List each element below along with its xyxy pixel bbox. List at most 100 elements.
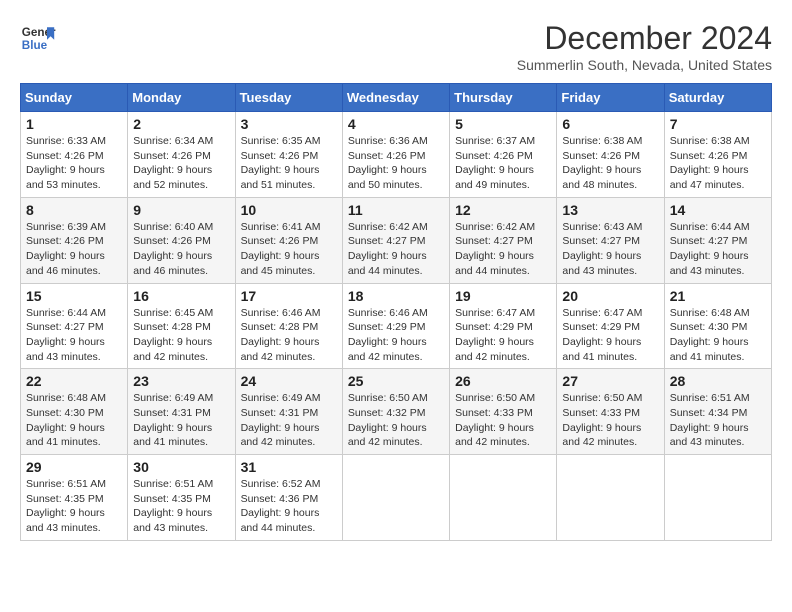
calendar-day-cell: 26 Sunrise: 6:50 AMSunset: 4:33 PMDayligh… (450, 369, 557, 455)
day-number: 17 (241, 288, 337, 304)
day-number: 12 (455, 202, 551, 218)
calendar-day-cell: 28 Sunrise: 6:51 AMSunset: 4:34 PMDayligh… (664, 369, 771, 455)
calendar-day-cell: 3 Sunrise: 6:35 AMSunset: 4:26 PMDaylight… (235, 112, 342, 198)
day-info: Sunrise: 6:46 AMSunset: 4:29 PMDaylight:… (348, 306, 444, 365)
day-info: Sunrise: 6:51 AMSunset: 4:35 PMDaylight:… (26, 477, 122, 536)
day-number: 28 (670, 373, 766, 389)
day-info: Sunrise: 6:33 AMSunset: 4:26 PMDaylight:… (26, 134, 122, 193)
day-number: 4 (348, 116, 444, 132)
day-info: Sunrise: 6:51 AMSunset: 4:35 PMDaylight:… (133, 477, 229, 536)
day-info: Sunrise: 6:50 AMSunset: 4:33 PMDaylight:… (455, 391, 551, 450)
calendar-day-cell: 2Sunrise: 6:34 AMSunset: 4:26 PMDaylight… (128, 112, 235, 198)
day-info: Sunrise: 6:45 AMSunset: 4:28 PMDaylight:… (133, 306, 229, 365)
calendar-day-cell: 21 Sunrise: 6:48 AMSunset: 4:30 PMDayligh… (664, 283, 771, 369)
day-number: 25 (348, 373, 444, 389)
month-title: December 2024 (517, 20, 772, 57)
day-number: 30 (133, 459, 229, 475)
day-number: 26 (455, 373, 551, 389)
day-info: Sunrise: 6:43 AMSunset: 4:27 PMDaylight:… (562, 220, 658, 279)
calendar-day-cell: 18 Sunrise: 6:46 AMSunset: 4:29 PMDayligh… (342, 283, 449, 369)
calendar-day-cell: 6Sunrise: 6:38 AMSunset: 4:26 PMDaylight… (557, 112, 664, 198)
weekday-header: Friday (557, 84, 664, 112)
day-info: Sunrise: 6:46 AMSunset: 4:28 PMDaylight:… (241, 306, 337, 365)
calendar-day-cell: 25 Sunrise: 6:50 AMSunset: 4:32 PMDayligh… (342, 369, 449, 455)
day-number: 19 (455, 288, 551, 304)
day-info: Sunrise: 6:42 AMSunset: 4:27 PMDaylight:… (455, 220, 551, 279)
day-info: Sunrise: 6:47 AMSunset: 4:29 PMDaylight:… (562, 306, 658, 365)
day-info: Sunrise: 6:37 AMSunset: 4:26 PMDaylight:… (455, 134, 551, 193)
calendar-day-cell: 12 Sunrise: 6:42 AMSunset: 4:27 PMDayligh… (450, 197, 557, 283)
calendar-day-cell: 10 Sunrise: 6:41 AMSunset: 4:26 PMDayligh… (235, 197, 342, 283)
calendar-day-cell: 5 Sunrise: 6:37 AMSunset: 4:26 PMDaylight… (450, 112, 557, 198)
day-info: Sunrise: 6:50 AMSunset: 4:32 PMDaylight:… (348, 391, 444, 450)
day-number: 18 (348, 288, 444, 304)
calendar-week-row: 29 Sunrise: 6:51 AMSunset: 4:35 PMDayligh… (21, 455, 772, 541)
day-number: 11 (348, 202, 444, 218)
day-info: Sunrise: 6:38 AMSunset: 4:26 PMDaylight:… (670, 134, 766, 193)
calendar-day-cell: 15 Sunrise: 6:44 AMSunset: 4:27 PMDayligh… (21, 283, 128, 369)
calendar-day-cell: 22 Sunrise: 6:48 AMSunset: 4:30 PMDayligh… (21, 369, 128, 455)
svg-text:Blue: Blue (22, 39, 48, 52)
day-info: Sunrise: 6:51 AMSunset: 4:34 PMDaylight:… (670, 391, 766, 450)
day-info: Sunrise: 6:47 AMSunset: 4:29 PMDaylight:… (455, 306, 551, 365)
calendar-day-cell: 9Sunrise: 6:40 AMSunset: 4:26 PMDaylight… (128, 197, 235, 283)
day-number: 23 (133, 373, 229, 389)
day-info: Sunrise: 6:52 AMSunset: 4:36 PMDaylight:… (241, 477, 337, 536)
calendar-day-cell: 24Sunrise: 6:49 AMSunset: 4:31 PMDayligh… (235, 369, 342, 455)
calendar-day-cell: 27Sunrise: 6:50 AMSunset: 4:33 PMDayligh… (557, 369, 664, 455)
calendar-table: SundayMondayTuesdayWednesdayThursdayFrid… (20, 83, 772, 541)
day-number: 6 (562, 116, 658, 132)
day-number: 5 (455, 116, 551, 132)
weekday-header: Saturday (664, 84, 771, 112)
day-number: 7 (670, 116, 766, 132)
calendar-day-cell: 4 Sunrise: 6:36 AMSunset: 4:26 PMDaylight… (342, 112, 449, 198)
day-number: 16 (133, 288, 229, 304)
calendar-day-cell: 1Sunrise: 6:33 AMSunset: 4:26 PMDaylight… (21, 112, 128, 198)
title-block: December 2024 Summerlin South, Nevada, U… (517, 20, 772, 73)
day-info: Sunrise: 6:36 AMSunset: 4:26 PMDaylight:… (348, 134, 444, 193)
day-number: 21 (670, 288, 766, 304)
calendar-day-cell: 7 Sunrise: 6:38 AMSunset: 4:26 PMDaylight… (664, 112, 771, 198)
day-info: Sunrise: 6:49 AMSunset: 4:31 PMDaylight:… (241, 391, 337, 450)
weekday-header: Wednesday (342, 84, 449, 112)
day-number: 10 (241, 202, 337, 218)
logo: General Blue (20, 20, 56, 56)
weekday-header: Sunday (21, 84, 128, 112)
calendar-day-cell: 19 Sunrise: 6:47 AMSunset: 4:29 PMDayligh… (450, 283, 557, 369)
page-header: General Blue December 2024 Summerlin Sou… (20, 20, 772, 73)
day-info: Sunrise: 6:39 AMSunset: 4:26 PMDaylight:… (26, 220, 122, 279)
day-info: Sunrise: 6:34 AMSunset: 4:26 PMDaylight:… (133, 134, 229, 193)
day-info: Sunrise: 6:41 AMSunset: 4:26 PMDaylight:… (241, 220, 337, 279)
calendar-day-cell: 8Sunrise: 6:39 AMSunset: 4:26 PMDaylight… (21, 197, 128, 283)
day-number: 31 (241, 459, 337, 475)
weekday-header: Tuesday (235, 84, 342, 112)
calendar-day-cell: 14Sunrise: 6:44 AMSunset: 4:27 PMDayligh… (664, 197, 771, 283)
day-number: 15 (26, 288, 122, 304)
calendar-week-row: 22 Sunrise: 6:48 AMSunset: 4:30 PMDayligh… (21, 369, 772, 455)
calendar-week-row: 15 Sunrise: 6:44 AMSunset: 4:27 PMDayligh… (21, 283, 772, 369)
day-number: 3 (241, 116, 337, 132)
day-number: 20 (562, 288, 658, 304)
location-subtitle: Summerlin South, Nevada, United States (517, 57, 772, 73)
calendar-day-cell: 16 Sunrise: 6:45 AMSunset: 4:28 PMDayligh… (128, 283, 235, 369)
calendar-day-cell: 13 Sunrise: 6:43 AMSunset: 4:27 PMDayligh… (557, 197, 664, 283)
day-info: Sunrise: 6:35 AMSunset: 4:26 PMDaylight:… (241, 134, 337, 193)
calendar-day-cell: 29 Sunrise: 6:51 AMSunset: 4:35 PMDayligh… (21, 455, 128, 541)
day-info: Sunrise: 6:44 AMSunset: 4:27 PMDaylight:… (26, 306, 122, 365)
day-number: 29 (26, 459, 122, 475)
calendar-day-cell: 30 Sunrise: 6:51 AMSunset: 4:35 PMDayligh… (128, 455, 235, 541)
day-info: Sunrise: 6:48 AMSunset: 4:30 PMDaylight:… (670, 306, 766, 365)
day-info: Sunrise: 6:49 AMSunset: 4:31 PMDaylight:… (133, 391, 229, 450)
logo-icon: General Blue (20, 20, 56, 56)
calendar-week-row: 1Sunrise: 6:33 AMSunset: 4:26 PMDaylight… (21, 112, 772, 198)
day-number: 27 (562, 373, 658, 389)
weekday-header: Monday (128, 84, 235, 112)
day-info: Sunrise: 6:44 AMSunset: 4:27 PMDaylight:… (670, 220, 766, 279)
day-info: Sunrise: 6:40 AMSunset: 4:26 PMDaylight:… (133, 220, 229, 279)
calendar-day-cell: 23 Sunrise: 6:49 AMSunset: 4:31 PMDayligh… (128, 369, 235, 455)
day-number: 13 (562, 202, 658, 218)
day-number: 22 (26, 373, 122, 389)
calendar-day-cell: 20 Sunrise: 6:47 AMSunset: 4:29 PMDayligh… (557, 283, 664, 369)
calendar-day-cell: 11Sunrise: 6:42 AMSunset: 4:27 PMDayligh… (342, 197, 449, 283)
day-info: Sunrise: 6:48 AMSunset: 4:30 PMDaylight:… (26, 391, 122, 450)
